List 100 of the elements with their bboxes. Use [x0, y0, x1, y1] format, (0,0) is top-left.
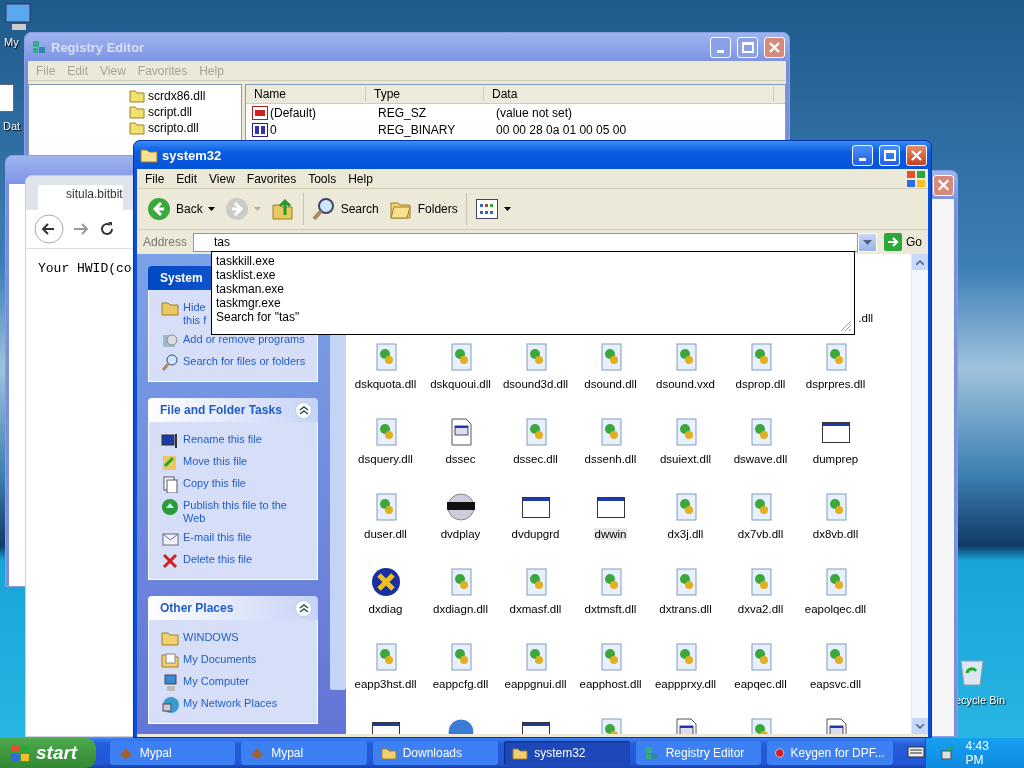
task-link[interactable]: Add or remove programs	[183, 331, 305, 346]
file-name[interactable]: eappgnui.dll	[503, 678, 568, 690]
taskbar-button[interactable]: Mypal	[241, 741, 367, 765]
back-button[interactable]: Back	[143, 192, 219, 226]
file-name[interactable]: dvdplay	[439, 528, 482, 540]
task-link[interactable]: Move this file	[183, 453, 248, 468]
file-name[interactable]: dxdiagn.dll	[432, 603, 489, 615]
address-label: Address	[143, 235, 188, 249]
menu-item[interactable]: Tools	[302, 171, 343, 186]
taskbar-button[interactable]: Downloads	[372, 741, 499, 765]
file-name[interactable]: eapp3hst.dll	[353, 678, 418, 690]
file-name[interactable]: dsuiext.dll	[658, 453, 713, 465]
file-name[interactable]: dvdupgrd	[510, 528, 561, 540]
scroll-up-button[interactable]	[912, 254, 928, 270]
file-name[interactable]: eapsvc.dll	[808, 678, 863, 690]
suggestion-item[interactable]: taskkill.exe	[216, 254, 850, 268]
file-name[interactable]: eapphost.dll	[578, 678, 643, 690]
file-name[interactable]: dssenh.dll	[583, 453, 638, 465]
file-name[interactable]: dskquoui.dll	[429, 378, 492, 390]
task-link[interactable]: My Documents	[183, 651, 257, 666]
browser-tab[interactable]: situla.bitbit	[38, 185, 123, 210]
taskbar-button[interactable]: system32	[504, 741, 630, 765]
scroll-down-button[interactable]	[912, 718, 928, 734]
network-tray-icon	[939, 745, 956, 761]
minimize-button[interactable]	[852, 144, 873, 166]
dropdown-button[interactable]	[858, 232, 877, 252]
column-header[interactable]: Data	[484, 87, 774, 101]
file-name[interactable]: dx8vb.dll	[811, 528, 860, 540]
collapse-button[interactable]	[295, 599, 312, 617]
scrollbar[interactable]	[911, 254, 928, 734]
scrollbar[interactable]	[330, 334, 346, 690]
file-name[interactable]: dsprop.dll	[734, 378, 787, 390]
chevron-icon	[298, 405, 309, 415]
task-link[interactable]: My Network Places	[183, 695, 278, 710]
file-name[interactable]: dssec	[444, 453, 477, 465]
file-name[interactable]: dxtrans.dll	[658, 603, 713, 615]
file-name[interactable]: eappcfg.dll	[431, 678, 490, 690]
file-name[interactable]: dwwin	[593, 528, 628, 540]
menu-item[interactable]: File	[139, 171, 171, 186]
task-link[interactable]: Search for files or folders	[183, 353, 306, 368]
close-button[interactable]	[906, 144, 927, 166]
column-header[interactable]: Name	[246, 87, 366, 101]
taskbar-button[interactable]: Registry Editor	[635, 741, 762, 765]
file-name[interactable]: dxtmsft.dll	[583, 603, 638, 615]
task-link[interactable]: Publish this file to the Web	[183, 497, 311, 525]
file-name[interactable]: dskquota.dll	[353, 378, 418, 390]
menu-item[interactable]: Edit	[170, 171, 204, 186]
start-button[interactable]: start	[0, 738, 96, 768]
maximize-button[interactable]	[737, 36, 758, 58]
menu-item[interactable]: View	[203, 171, 241, 186]
folders-button[interactable]: Folders	[384, 192, 462, 226]
file-name[interactable]: dxdiag	[367, 603, 404, 615]
file-name[interactable]: duser.dll	[363, 528, 408, 540]
file-name[interactable]: dumprep	[811, 453, 860, 465]
menu-item[interactable]: Favorites	[240, 171, 303, 186]
file-name[interactable]: dsprpres.dll	[804, 378, 867, 390]
panel-title[interactable]: System	[160, 271, 203, 285]
close-button[interactable]	[933, 174, 954, 196]
file-name[interactable]: .dll	[858, 312, 873, 324]
task-link[interactable]: WINDOWS	[183, 629, 239, 644]
task-link[interactable]: E-mail this file	[183, 529, 252, 544]
file-name[interactable]: dsound.vxd	[655, 378, 716, 390]
file-name[interactable]: dx3j.dll	[666, 528, 705, 540]
column-header[interactable]: Type	[366, 87, 484, 101]
suggestion-item[interactable]: taskman.exe	[216, 282, 850, 296]
address-field[interactable]: tas	[193, 232, 858, 252]
file-name[interactable]: eapqec.dll	[733, 678, 788, 690]
task-link[interactable]: Delete this file	[183, 551, 253, 566]
close-button[interactable]	[764, 36, 785, 58]
desktop-icon-label[interactable]: ecycle Bin	[955, 694, 1006, 706]
desktop-icon-label[interactable]: Dat	[3, 120, 21, 132]
collapse-button[interactable]	[295, 401, 312, 419]
suggestion-item[interactable]: tasklist.exe	[216, 268, 850, 282]
tree-item[interactable]: scripto.dll	[148, 121, 199, 135]
minimize-button[interactable]	[710, 36, 731, 58]
task-link[interactable]: My Computer	[183, 673, 250, 688]
file-name[interactable]: dx7vb.dll	[736, 528, 785, 540]
suggestion-item[interactable]: Search for "tas"	[216, 310, 850, 324]
file-name[interactable]: dsound.dll	[583, 378, 638, 390]
task-link[interactable]: Copy this file	[183, 475, 246, 490]
task-link[interactable]: Rename this file	[183, 431, 262, 446]
suggestion-item[interactable]: taskmgr.exe	[216, 296, 850, 310]
tree-item[interactable]: script.dll	[148, 105, 192, 119]
task-link[interactable]: Hide this f	[183, 299, 207, 327]
desktop-icon-label[interactable]: My	[4, 36, 19, 48]
file-name[interactable]: dxmasf.dll	[508, 603, 563, 615]
search-button[interactable]: Search	[307, 192, 383, 226]
file-name[interactable]: dxva2.dll	[736, 603, 785, 615]
file-name[interactable]: eappprxy.dll	[653, 678, 718, 690]
menu-item[interactable]: Help	[342, 171, 379, 186]
file-name[interactable]: eapolqec.dll	[803, 603, 868, 615]
tree-item[interactable]: scrdx86.dll	[148, 89, 206, 103]
file-name[interactable]: dsound3d.dll	[501, 378, 570, 390]
file-name[interactable]: dswave.dll	[732, 453, 789, 465]
maximize-button[interactable]	[879, 144, 900, 166]
taskbar-button[interactable]: Keygen for DPF...	[767, 741, 893, 765]
file-name[interactable]: dssec.dll	[512, 453, 559, 465]
file-name[interactable]: dsquery.dll	[357, 453, 414, 465]
taskbar-button[interactable]: Mypal	[109, 741, 236, 765]
go-button[interactable]: Go	[882, 233, 924, 251]
